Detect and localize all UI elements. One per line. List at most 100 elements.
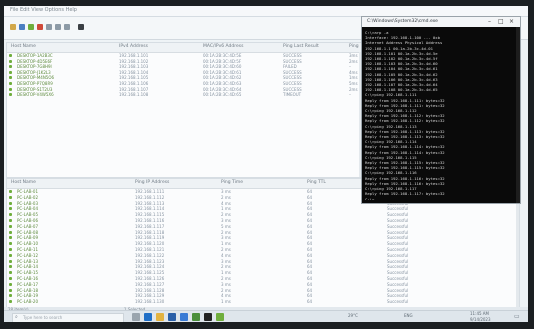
table-cell: SUCCESS [283, 69, 302, 75]
store-icon[interactable] [168, 313, 176, 321]
search-placeholder: Type here to search [23, 315, 63, 320]
host-icon [9, 190, 12, 193]
table-cell: Successful [387, 247, 409, 252]
table-cell: PC-LAB-15 [17, 270, 38, 276]
table-cell: 2 ms [221, 212, 231, 218]
table-cell: SUCCESS [283, 75, 302, 81]
table-cell: 3 ms [221, 235, 231, 241]
column-header[interactable]: Ping IP Address [135, 180, 169, 185]
table-cell: 3 ms [221, 218, 231, 223]
column-header[interactable]: Host Name [11, 44, 36, 49]
language-indicator[interactable]: ENG [404, 313, 413, 318]
host-icon [9, 294, 12, 298]
save-icon[interactable] [19, 24, 25, 30]
copy-icon[interactable] [46, 24, 52, 30]
host-icon [9, 87, 12, 91]
table-cell: 2ms [349, 86, 358, 92]
table-cell: 64 [307, 276, 313, 281]
maximize-icon[interactable]: □ [498, 18, 504, 25]
play-icon[interactable] [78, 24, 84, 30]
table-cell: 2 ms [221, 264, 231, 270]
table-cell: 1 ms [221, 206, 231, 212]
table-row[interactable]: PC-LAB-20 192.168.1.130 1 ms 64 Successful [7, 299, 519, 305]
table-cell: PC-LAB-20 [17, 299, 38, 305]
table-cell: 1 ms [221, 241, 231, 247]
table-cell: Successful [387, 229, 409, 235]
table-cell: PC-LAB-02 [17, 194, 38, 200]
minimize-icon[interactable]: – [488, 18, 491, 25]
table-cell: PC-LAB-12 [17, 252, 38, 258]
desktop-screen: File Edit View Options Help Host Name IPv… [4, 6, 528, 322]
file-explorer-icon[interactable] [156, 313, 164, 321]
table-cell: DESKTOP-7G8H9I [17, 64, 52, 70]
command-prompt-window[interactable]: C:\Windows\System32\cmd.exe – □ × C:\>ar… [361, 16, 521, 204]
column-header[interactable]: Ping Time [221, 180, 243, 185]
host-icon [9, 207, 12, 211]
table-cell: – [349, 92, 351, 98]
notification-icon[interactable]: ▭ [514, 314, 520, 320]
table-cell: 2 ms [221, 287, 231, 293]
table-cell: 2ms [349, 58, 358, 64]
table-cell: 192.168.1.126 [135, 276, 165, 281]
table-cell: 64 [307, 258, 313, 264]
host-icon [9, 282, 12, 286]
clock-date[interactable]: 9/14/2023 [470, 317, 491, 322]
table-cell: 192.168.1.119 [135, 235, 165, 241]
window-title: File Edit View Options Help [10, 7, 77, 13]
table-row[interactable]: DESKTOP-V4W5X6 192.168.1.108 00:1A:2B:3C:4… [7, 92, 362, 98]
table-cell: 3ms [349, 53, 358, 58]
table-cell: 192.168.1.113 [135, 200, 165, 206]
table-cell: 64 [307, 293, 313, 299]
table-cell: 64 [307, 287, 313, 293]
table-cell: 192.168.1.118 [135, 229, 165, 235]
task-view-icon[interactable] [132, 313, 140, 321]
host-icon [9, 230, 12, 234]
refresh-icon[interactable] [28, 24, 34, 30]
properties-icon[interactable] [55, 24, 61, 30]
column-header[interactable]: Host Name [11, 180, 36, 185]
table-cell: PC-LAB-10 [17, 241, 38, 247]
table-cell: 192.168.1.102 [119, 58, 149, 64]
host-icon [9, 277, 12, 280]
edge-icon[interactable] [144, 313, 152, 321]
table-cell: 192.168.1.117 [135, 223, 165, 229]
weather-temp[interactable]: 29°C [348, 313, 358, 318]
table-cell: 3 ms [221, 258, 231, 264]
table-cell: 00:1A:2B:3C:4D:62 [203, 75, 242, 81]
column-header[interactable]: IPv4 Address [119, 44, 148, 49]
column-header[interactable]: MAC/IPv6 Address [203, 44, 243, 49]
table-cell: Successful [387, 206, 409, 212]
table-cell: 64 [307, 281, 313, 287]
host-icon [9, 195, 12, 199]
column-header[interactable]: Ping [349, 44, 359, 49]
table-cell: Successful [387, 218, 409, 223]
network-tool-icon[interactable] [216, 313, 224, 321]
host-icon [9, 265, 12, 269]
console-scrollbar[interactable] [516, 27, 520, 203]
table-cell: DESKTOP-P7Q8R9 [17, 81, 53, 86]
host-icon [9, 300, 12, 304]
table-cell: 192.168.1.122 [135, 252, 165, 258]
table-cell: 64 [307, 212, 313, 218]
close-icon[interactable]: × [509, 18, 514, 25]
open-icon[interactable] [10, 24, 16, 30]
table-cell: Successful [387, 241, 409, 247]
hosts-table-top: Host Name IPv4 Address MAC/IPv6 Address Pin… [6, 42, 363, 178]
column-header[interactable]: Ping TTL [307, 180, 326, 185]
clock-time[interactable]: 11:45 AM [470, 311, 489, 316]
mail-icon[interactable] [180, 313, 188, 321]
table-cell: 64 [307, 194, 313, 200]
app-icon[interactable] [192, 313, 200, 321]
table-header: Host Name IPv4 Address MAC/IPv6 Address Pin… [7, 43, 362, 53]
delete-icon[interactable] [37, 24, 43, 30]
taskbar-search-box[interactable]: ⌕ Type here to search [12, 313, 124, 322]
table-cell: Successful [387, 235, 409, 241]
column-header[interactable]: Ping Last Result [283, 44, 319, 49]
table-cell: PC-LAB-01 [17, 189, 38, 194]
search-icon[interactable] [64, 24, 70, 30]
table-cell: 1ms [349, 75, 358, 81]
table-cell: – [349, 64, 351, 70]
table-cell: PC-LAB-04 [17, 206, 38, 212]
terminal-icon[interactable] [204, 313, 212, 321]
table-cell: 192.168.1.130 [135, 299, 165, 305]
